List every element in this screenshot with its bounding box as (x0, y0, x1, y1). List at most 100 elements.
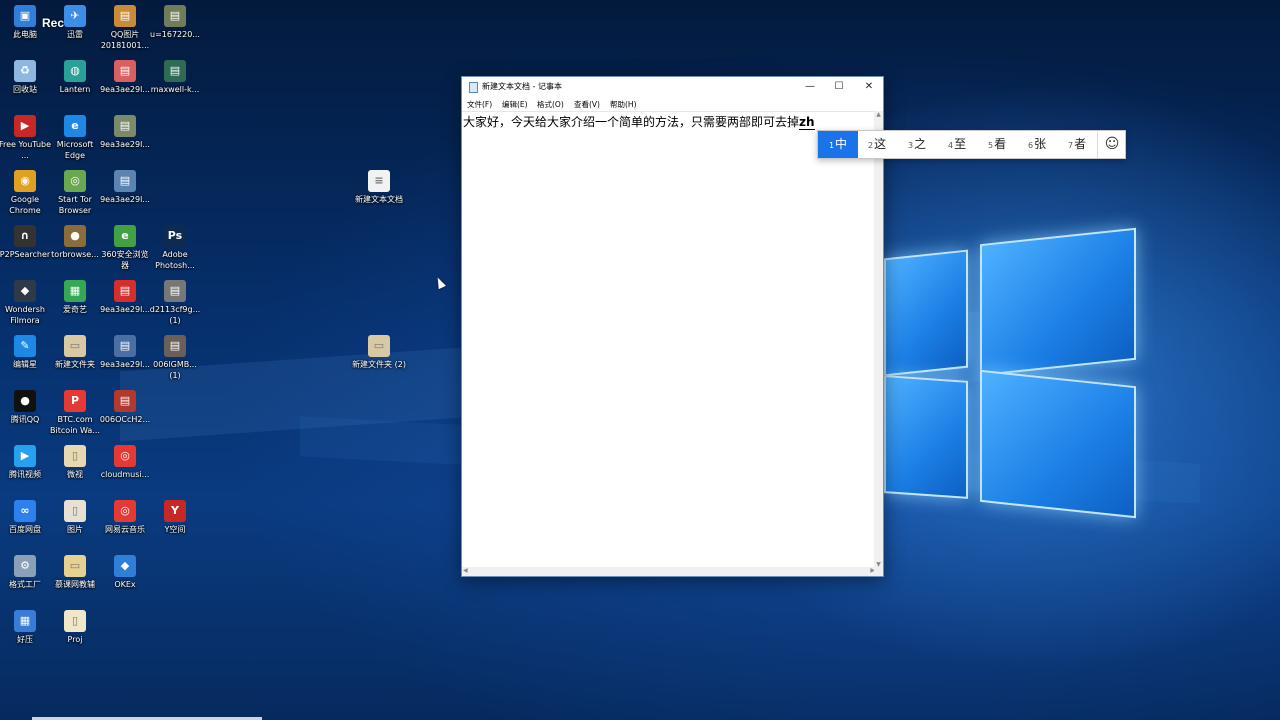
desktop-icon[interactable]: ◎ Start Tor Browser (48, 170, 102, 216)
image-icon: ▤ (164, 60, 186, 82)
ime-candidate[interactable]: 3之 (908, 131, 926, 158)
desktop-icon-label: Free YouTube ... (0, 140, 52, 160)
desktop-icon[interactable]: P BTC.com Bitcoin Wa... (48, 390, 102, 436)
desktop-icon[interactable]: ▤ 9ea3ae29l... (98, 335, 152, 370)
desktop-icon-label: 图片 (67, 525, 83, 534)
scroll-left-icon[interactable]: ◀ (463, 567, 468, 574)
desktop-icon[interactable]: e Microsoft Edge (48, 115, 102, 161)
desktop-icon[interactable]: ▤ 9ea3ae29l... (98, 115, 152, 150)
desktop-icon[interactable]: e 360安全浏览器 (98, 225, 152, 271)
desktop-icon-label: 格式工厂 (9, 580, 41, 589)
desktop-icon-label: Start Tor Browser (58, 195, 92, 215)
horizontal-scrollbar[interactable]: ◀ ▶ (462, 567, 876, 576)
desktop-icon[interactable]: ∞ 百度网盘 (0, 500, 52, 535)
menu-file[interactable]: 文件(F) (467, 99, 492, 110)
desktop-icon-label: 回收站 (13, 85, 37, 94)
scroll-up-icon[interactable]: ▲ (874, 111, 883, 118)
file-icon: ▯ (64, 610, 86, 632)
desktop-icon-label: 好压 (17, 635, 33, 644)
minimize-button[interactable]: — (795, 77, 825, 97)
desktop-icon[interactable]: ▭ 慕课网教辅 (48, 555, 102, 590)
ime-candidate[interactable]: 2这 (868, 131, 886, 158)
desktop-icon[interactable]: ▤ 9ea3ae29l... (98, 60, 152, 95)
ime-candidate[interactable]: 7者 (1068, 131, 1086, 158)
browser-360-icon: e (114, 225, 136, 247)
text-editor[interactable]: 大家好，今天给大家介绍一个简单的方法，只需要两部即可去掉zh (462, 111, 876, 568)
close-button[interactable]: ✕ (854, 77, 884, 97)
desktop-icon[interactable]: ◆ OKEx (98, 555, 152, 590)
ime-candidate-bar: 1中 2这 3之 4至 5看 6张 7者 ☺ (817, 130, 1126, 159)
desktop-icon[interactable]: ◎ cloudmusi... (98, 445, 152, 480)
logo-pane (884, 249, 968, 377)
desktop-icon[interactable]: ▤ QQ图片20181001... (98, 5, 152, 51)
desktop-icon-label: BTC.com Bitcoin Wa... (50, 415, 100, 435)
desktop-icon[interactable]: ◎ 网易云音乐 (98, 500, 152, 535)
desktop-icon[interactable]: ▤ maxwell-k... (148, 60, 202, 95)
folder-icon: ▭ (64, 555, 86, 577)
desktop-icon[interactable]: Ps Adobe Photosh... (148, 225, 202, 271)
netease-music-icon: ◎ (114, 500, 136, 522)
image-icon: ▤ (164, 5, 186, 27)
resize-grip[interactable] (874, 567, 883, 576)
ime-candidate[interactable]: 5看 (988, 131, 1006, 158)
emoji-icon[interactable]: ☺ (1097, 131, 1126, 158)
vertical-scrollbar[interactable]: ▲ ▼ (874, 111, 883, 568)
desktop-icon[interactable]: ▯ 微视 (48, 445, 102, 480)
desktop-icon[interactable]: ▶ 腾讯视频 (0, 445, 52, 480)
y-space-icon: Y (164, 500, 186, 522)
desktop-icon[interactable]: ♻ 回收站 (0, 60, 52, 95)
ime-candidate[interactable]: 4至 (948, 131, 966, 158)
computer-icon: ▣ (14, 5, 36, 27)
title-bar[interactable]: 新建文本文档 - 记事本 — ☐ ✕ (462, 77, 883, 97)
windows-logo (884, 227, 1140, 528)
ime-candidate[interactable]: 6张 (1028, 131, 1046, 158)
desktop-icon[interactable]: ▤ 9ea3ae29l... (98, 280, 152, 315)
menu-edit[interactable]: 编辑(E) (502, 99, 528, 110)
desktop-icon[interactable]: ✈ 迅雷 (48, 5, 102, 40)
desktop-icon-label: 腾讯QQ (10, 415, 40, 424)
desktop-icon[interactable]: ◉ Google Chrome (0, 170, 52, 216)
desktop-icon[interactable]: ≡ 新建文本文档 (352, 170, 406, 205)
desktop-icon[interactable]: ◆ Wondersh Filmora (0, 280, 52, 326)
desktop-icon-label: Y空间 (164, 525, 186, 534)
desktop-icon[interactable]: ▤ u=167220... (148, 5, 202, 40)
desktop-icon[interactable]: ● torbrowse... (48, 225, 102, 260)
desktop-icon[interactable]: ▤ 006lGMB... (1) (148, 335, 202, 381)
desktop-icon[interactable]: ▶ Free YouTube ... (0, 115, 52, 161)
thunder-icon: ✈ (64, 5, 86, 27)
desktop-icon[interactable]: ✎ 编辑星 (0, 335, 52, 370)
editor-text: 大家好，今天给大家介绍一个简单的方法，只需要两部即可去掉zh (463, 113, 815, 130)
desktop-icon[interactable]: ▤ 006OCcH2... (98, 390, 152, 425)
desktop-icon[interactable]: ▦ 爱奇艺 (48, 280, 102, 315)
headphones-icon: ∩ (14, 225, 36, 247)
desktop-icon-label: 9ea3ae29l... (100, 85, 150, 94)
desktop-icon[interactable]: ▣ 此电脑 (0, 5, 52, 40)
desktop-icon[interactable]: ▭ 新建文件夹 (48, 335, 102, 370)
maximize-button[interactable]: ☐ (824, 77, 854, 97)
desktop-icon[interactable]: ▤ d2113cf9g... (1) (148, 280, 202, 326)
desktop-icon-label: 9ea3ae29l... (100, 195, 150, 204)
image-icon: ▤ (114, 335, 136, 357)
desktop-icon-label: 360安全浏览器 (101, 250, 149, 270)
desktop-icon[interactable]: ◍ Lantern (48, 60, 102, 95)
chrome-icon: ◉ (14, 170, 36, 192)
desktop-icon[interactable]: ∩ P2PSearcher (0, 225, 52, 260)
desktop-icon[interactable]: ▭ 新建文件夹 (2) (352, 335, 406, 370)
haozip-icon: ▦ (14, 610, 36, 632)
lantern-icon: ◍ (64, 60, 86, 82)
ime-candidate[interactable]: 1中 (818, 131, 858, 158)
menu-format[interactable]: 格式(O) (537, 99, 564, 110)
menu-view[interactable]: 查看(V) (574, 99, 600, 110)
photoshop-icon: Ps (164, 225, 186, 247)
desktop-icon[interactable]: ▯ Proj (48, 610, 102, 645)
menu-help[interactable]: 帮助(H) (610, 99, 637, 110)
desktop-icon-label: Lantern (59, 85, 91, 94)
image-icon: ▤ (114, 280, 136, 302)
desktop-icon[interactable]: ▦ 好压 (0, 610, 52, 645)
desktop-icon[interactable]: ▯ 图片 (48, 500, 102, 535)
desktop-icon[interactable]: ⚙ 格式工厂 (0, 555, 52, 590)
desktop-icon[interactable]: ● 腾讯QQ (0, 390, 52, 425)
desktop-icon[interactable]: ▤ 9ea3ae29l... (98, 170, 152, 205)
desktop-icon-label: 百度网盘 (9, 525, 41, 534)
desktop-icon[interactable]: Y Y空间 (148, 500, 202, 535)
